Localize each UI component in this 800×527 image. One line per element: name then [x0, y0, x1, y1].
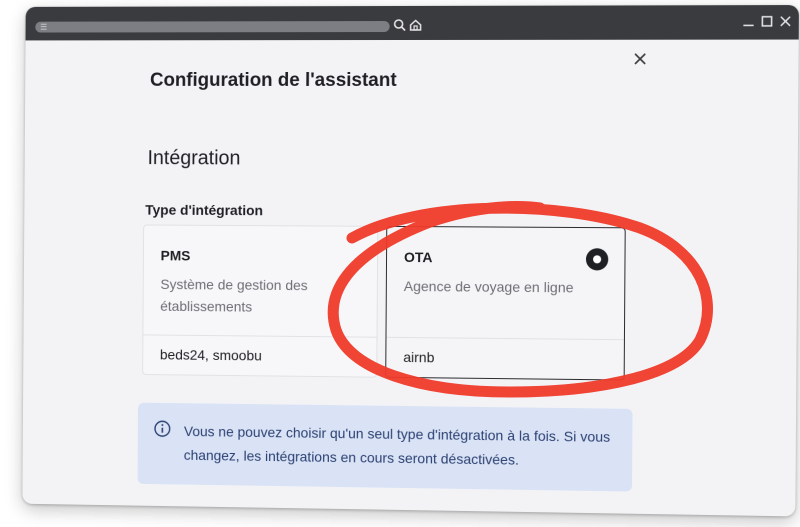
section-title: Intégration [147, 147, 240, 170]
radio-selected-icon[interactable] [586, 248, 608, 270]
option-card-ota[interactable]: OTA Agence de voyage en ligne airnb [385, 226, 626, 381]
option-description: Système de gestion des établissements [160, 273, 328, 318]
info-icon [153, 420, 171, 438]
info-alert: Vous ne pouvez choisir qu'un seul type d… [137, 403, 632, 492]
address-bar[interactable]: ☰ [35, 21, 389, 33]
dialog-title: Configuration de l'assistant [150, 70, 397, 92]
maximize-icon[interactable] [760, 14, 774, 28]
search-icon[interactable] [393, 18, 407, 32]
home-icon[interactable] [409, 18, 423, 32]
divider [386, 337, 623, 340]
minimize-icon[interactable] [741, 14, 755, 28]
dialog-content: Configuration de l'assistant Intégration… [22, 40, 798, 517]
site-settings-icon[interactable]: ☰ [40, 23, 50, 32]
divider [143, 334, 376, 337]
option-title: OTA [404, 249, 433, 265]
title-bar: ☰ [26, 5, 799, 40]
option-providers: airnb [403, 349, 434, 365]
window-close-icon[interactable] [778, 14, 792, 28]
option-title: PMS [161, 247, 191, 263]
info-text: Vous ne pouvez choisir qu'un seul type d… [184, 419, 624, 473]
option-description: Agence de voyage en ligne [404, 275, 575, 298]
option-providers: beds24, smoobu [160, 346, 262, 363]
close-icon[interactable] [631, 50, 649, 68]
option-card-pms[interactable]: PMS Système de gestion des établissement… [142, 224, 378, 377]
browser-window: ☰ Configuration de l'assistant Intégrati… [22, 5, 799, 516]
integration-type-label: Type d'intégration [145, 202, 263, 218]
